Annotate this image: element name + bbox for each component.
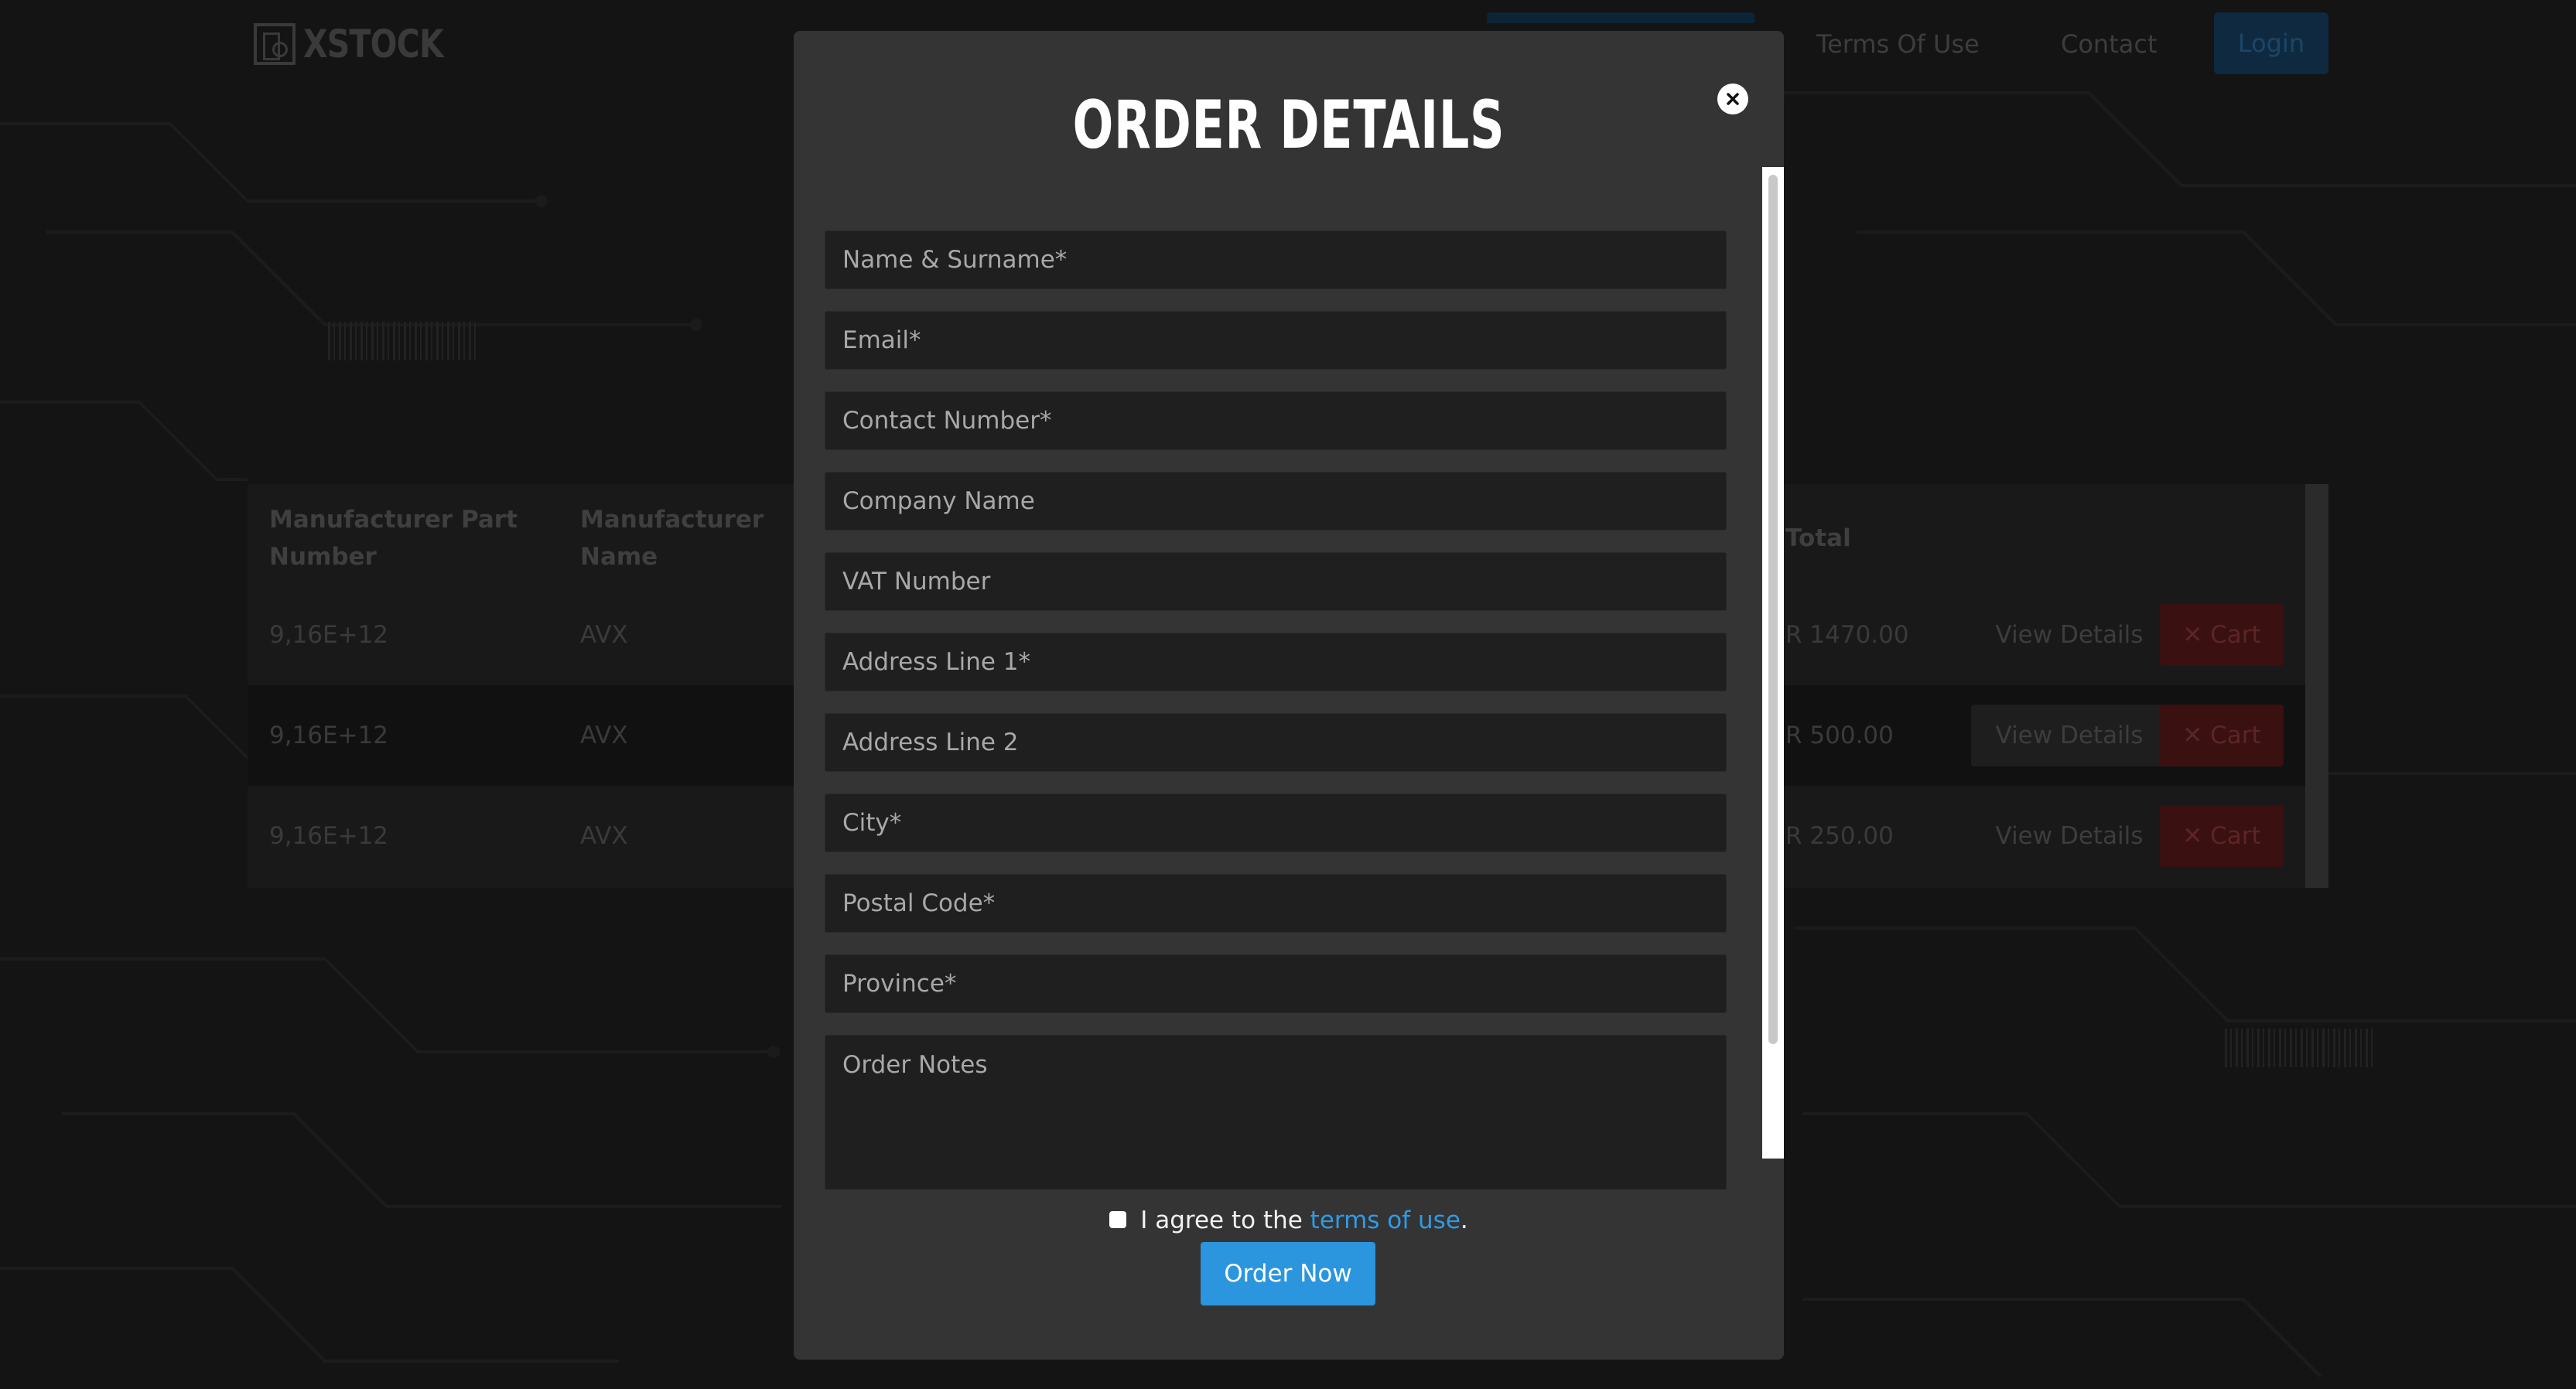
modal-title: ORDER DETAILS: [1072, 87, 1505, 164]
header-mpn: Manufacturer Part Number: [269, 506, 518, 571]
barcode-decoration: [328, 322, 480, 360]
agree-prefix: I agree to the: [1140, 1206, 1310, 1234]
row-total: R 250.00: [1785, 822, 1894, 850]
nav-highlight: [1487, 12, 1754, 23]
nav-terms-of-use[interactable]: Terms Of Use: [1816, 25, 1980, 63]
close-icon: [1727, 93, 1739, 105]
order-form: [825, 198, 1747, 1189]
remove-from-cart-button[interactable]: ✕ Cart: [2160, 604, 2284, 666]
email-input[interactable]: [825, 311, 1727, 370]
nav-contact[interactable]: Contact: [2061, 25, 2157, 63]
order-notes-textarea[interactable]: [825, 1035, 1727, 1189]
form-scrollbar-thumb[interactable]: [1768, 175, 1778, 1044]
vat-number-input[interactable]: [825, 552, 1727, 611]
address-line-1-input[interactable]: [825, 633, 1727, 691]
close-button[interactable]: [1717, 84, 1748, 114]
table-scrollbar[interactable]: [2305, 484, 2328, 888]
row-manufacturer: AVX: [580, 722, 628, 749]
terms-checkbox[interactable]: [1109, 1210, 1127, 1228]
name-surname-input[interactable]: [825, 230, 1727, 289]
row-mpn: 9,16E+12: [269, 722, 389, 749]
remove-from-cart-button[interactable]: ✕ Cart: [2160, 705, 2284, 766]
row-mpn: 9,16E+12: [269, 822, 389, 850]
agree-suffix: .: [1460, 1206, 1468, 1234]
contact-number-input[interactable]: [825, 391, 1727, 450]
view-details-button[interactable]: View Details: [1971, 805, 2168, 867]
row-total: R 500.00: [1785, 722, 1894, 749]
terms-agreement: I agree to the terms of use.: [794, 1202, 1784, 1239]
logo[interactable]: XSTOCK: [254, 22, 474, 67]
login-button[interactable]: Login: [2214, 12, 2328, 74]
logo-text: XSTOCK: [303, 22, 444, 67]
header-total: Total: [1785, 524, 1851, 552]
form-scrollbar[interactable]: [1762, 167, 1784, 1159]
remove-from-cart-button[interactable]: ✕ Cart: [2160, 805, 2284, 867]
row-total: R 1470.00: [1785, 621, 1909, 649]
view-details-button[interactable]: View Details: [1971, 604, 2168, 666]
company-name-input[interactable]: [825, 472, 1727, 531]
row-mpn: 9,16E+12: [269, 621, 389, 649]
logo-icon: [254, 23, 296, 65]
order-details-modal: ORDER DETAILS I agree to the terms of us…: [794, 31, 1784, 1360]
header-manufacturer: Manufacturer Name: [580, 506, 764, 571]
order-now-button[interactable]: Order Now: [1201, 1242, 1375, 1305]
terms-of-use-link[interactable]: terms of use: [1310, 1206, 1461, 1234]
address-line-2-input[interactable]: [825, 713, 1727, 772]
row-manufacturer: AVX: [580, 822, 628, 850]
postal-code-input[interactable]: [825, 874, 1727, 933]
row-manufacturer: AVX: [580, 621, 628, 649]
barcode-decoration: [2225, 1029, 2376, 1067]
view-details-button[interactable]: View Details: [1971, 705, 2168, 766]
province-input[interactable]: [825, 954, 1727, 1013]
city-input[interactable]: [825, 793, 1727, 852]
